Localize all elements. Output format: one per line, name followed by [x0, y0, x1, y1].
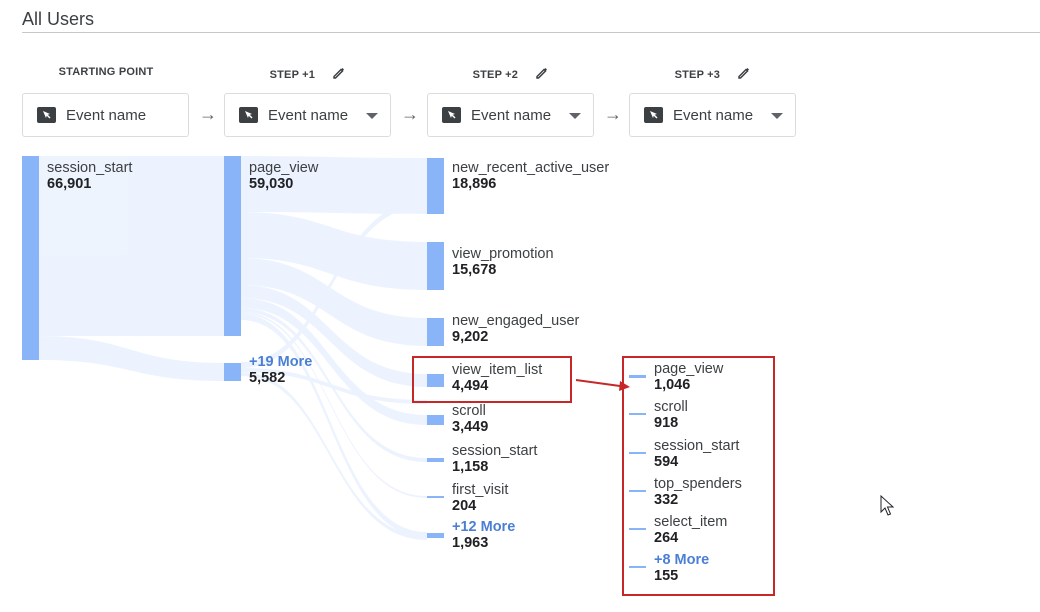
highlight-box: [412, 356, 572, 403]
node-name: first_visit: [452, 482, 509, 498]
node-bar-page-view[interactable]: [629, 375, 646, 378]
node-value: 59,030: [249, 176, 294, 192]
node-value: 9,202: [452, 329, 489, 345]
node-value: 18,896: [452, 176, 497, 192]
node-first-visit[interactable]: first_visit 204: [452, 482, 508, 514]
node-name: scroll: [654, 399, 688, 415]
node-bar-top-spenders[interactable]: [629, 490, 646, 492]
node-name: session_start: [654, 438, 740, 454]
node-value: 66,901: [47, 176, 92, 192]
node-value: 264: [654, 530, 679, 546]
node-session-start-step-2[interactable]: session_start 1,158: [452, 443, 537, 475]
node-bar-select-item[interactable]: [629, 528, 646, 530]
more-link[interactable]: +8 More: [654, 552, 709, 568]
node-more-step-1[interactable]: +19 More 5,582: [249, 354, 312, 386]
node-name: page_view: [654, 361, 724, 377]
node-value: 204: [452, 498, 477, 514]
node-name: page_view: [249, 160, 319, 176]
node-name: top_spenders: [654, 476, 742, 492]
node-value: 1,046: [654, 377, 691, 393]
node-bar-more[interactable]: [629, 566, 646, 568]
node-new-recent-active-user[interactable]: new_recent_active_user 18,896: [452, 160, 609, 192]
node-bar-session-start[interactable]: [427, 458, 444, 462]
node-value: 918: [654, 415, 679, 431]
node-session-start[interactable]: session_start 66,901: [47, 160, 132, 192]
node-value: 332: [654, 492, 679, 508]
node-top-spenders[interactable]: top_spenders 332: [654, 476, 742, 508]
node-name: session_start: [47, 160, 133, 176]
node-name: session_start: [452, 443, 538, 459]
node-bar-first-visit[interactable]: [427, 496, 444, 498]
node-scroll[interactable]: scroll 3,449: [452, 403, 488, 435]
node-name: new_recent_active_user: [452, 160, 610, 176]
node-bar-new-recent-active-user[interactable]: [427, 158, 444, 214]
node-view-promotion[interactable]: view_promotion 15,678: [452, 246, 554, 278]
node-page-view[interactable]: page_view 59,030: [249, 160, 318, 192]
node-bar-page-view[interactable]: [224, 156, 241, 336]
node-page-view-step-3[interactable]: page_view 1,046: [654, 361, 723, 393]
more-link[interactable]: +19 More: [249, 354, 312, 370]
node-more-step-3[interactable]: +8 More 155: [654, 552, 709, 584]
node-bar-new-engaged-user[interactable]: [427, 318, 444, 346]
node-value: 1,158: [452, 459, 489, 475]
node-value: 1,963: [452, 535, 489, 551]
node-value: 5,582: [249, 370, 286, 386]
node-name: new_engaged_user: [452, 313, 580, 329]
mouse-pointer-icon: [880, 495, 895, 516]
node-value: 15,678: [452, 262, 497, 278]
node-name: select_item: [654, 514, 728, 530]
node-bar-session-start[interactable]: [22, 156, 39, 360]
node-more-step-2[interactable]: +12 More 1,963: [452, 519, 515, 551]
node-name: scroll: [452, 403, 486, 419]
node-name: view_promotion: [452, 246, 554, 262]
node-value: 155: [654, 568, 679, 584]
node-select-item[interactable]: select_item 264: [654, 514, 727, 546]
flow-links: [39, 156, 427, 540]
node-bar-scroll[interactable]: [629, 413, 646, 415]
node-value: 3,449: [452, 419, 489, 435]
node-value: 594: [654, 454, 679, 470]
node-bar-more[interactable]: [224, 363, 241, 381]
node-bar-view-promotion[interactable]: [427, 242, 444, 290]
node-bar-session-start[interactable]: [629, 452, 646, 454]
node-new-engaged-user[interactable]: new_engaged_user 9,202: [452, 313, 579, 345]
more-link[interactable]: +12 More: [452, 519, 515, 535]
node-session-start-step-3[interactable]: session_start 594: [654, 438, 739, 470]
node-scroll-step-3[interactable]: scroll 918: [654, 399, 688, 431]
node-bar-scroll[interactable]: [427, 415, 444, 425]
node-bar-more[interactable]: [427, 533, 444, 538]
